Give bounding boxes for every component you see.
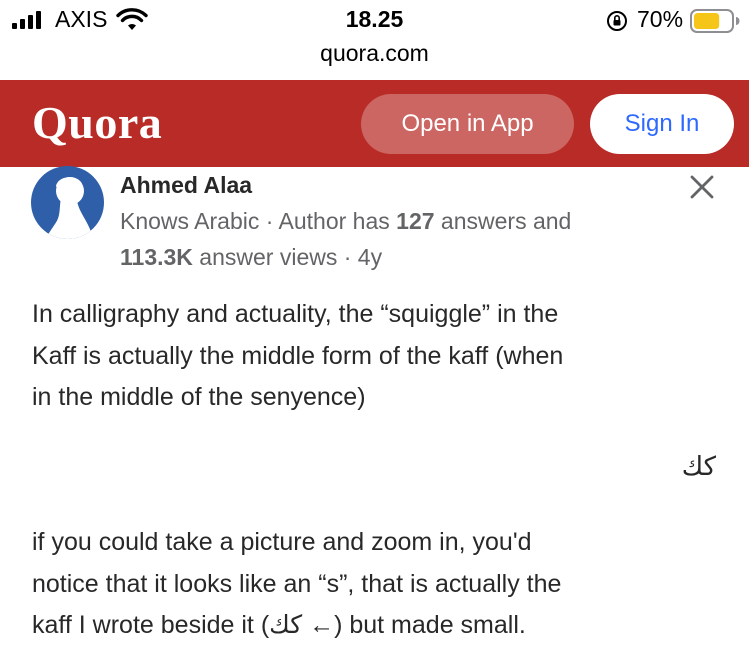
answer-line: in the middle of the senyence) (32, 383, 366, 411)
answer-line: if you could take a picture and zoom in,… (32, 528, 532, 556)
quora-logo[interactable]: Quora (32, 96, 162, 149)
battery-percent: 70% (637, 6, 684, 32)
answers-count: 127 (396, 208, 435, 234)
author-credentials: Knows Arabic · Author has 127 answers an… (120, 208, 571, 235)
author-stats: 113.3K answer views · 4y (120, 244, 382, 271)
answer-paragraph-1: In calligraphy and actuality, the “squig… (32, 294, 732, 419)
author-name[interactable]: Ahmed Alaa (120, 172, 252, 199)
sign-in-button[interactable]: Sign In (590, 94, 734, 154)
arabic-sample: كك (681, 452, 716, 482)
status-bar: AXIS 18.25 70% quora.com (0, 0, 749, 66)
site-header: Quora Open in App Sign In (0, 80, 749, 167)
author-has-text: Author has (278, 208, 397, 234)
answer-line: In calligraphy and actuality, the “squig… (32, 300, 559, 328)
open-in-app-button[interactable]: Open in App (361, 94, 574, 154)
answer-paragraph-2: if you could take a picture and zoom in,… (32, 522, 732, 647)
battery-icon (690, 9, 740, 33)
answers-and-text: answers and (434, 208, 572, 234)
avatar[interactable] (31, 166, 104, 239)
default-avatar-icon (31, 166, 104, 239)
answer-line: notice that it looks like an “s”, that i… (32, 569, 562, 598)
close-icon[interactable] (689, 174, 715, 200)
answer-line: Kaff is actually the middle form of the … (32, 341, 564, 370)
answer-line: kaff I wrote beside it (كك ←) but made s… (32, 611, 526, 639)
address-url[interactable]: quora.com (0, 40, 749, 67)
views-count: 113.3K (120, 244, 193, 270)
credential-text: Knows Arabic (120, 208, 260, 234)
separator-dot: · (259, 208, 279, 234)
answer-age[interactable]: 4y (358, 244, 382, 270)
separator-dot: · (337, 244, 358, 270)
rotation-lock-icon (607, 11, 627, 31)
answer-views-text: answer views (192, 244, 338, 270)
